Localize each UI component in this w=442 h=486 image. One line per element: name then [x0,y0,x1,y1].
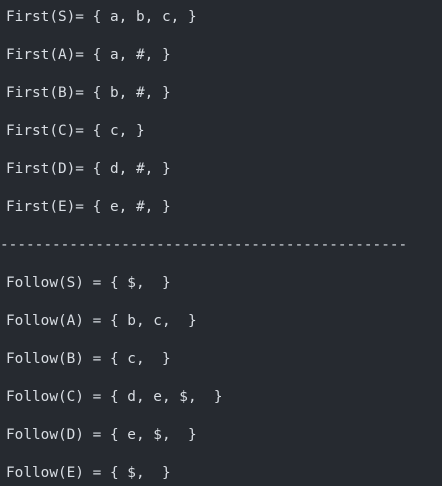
follow-set-a: Follow(A) = { b, c, } [6,313,197,329]
follow-set-b: Follow(B) = { c, } [6,351,171,367]
first-set-c: First(C)= { c, } [6,123,145,139]
follow-set-c: Follow(C) = { d, e, $, } [6,389,223,405]
follow-set-s: Follow(S) = { $, } [6,275,171,291]
first-set-d: First(D)= { d, #, } [6,161,171,177]
first-set-s: First(S)= { a, b, c, } [6,9,197,25]
first-set-a: First(A)= { a, #, } [6,47,171,63]
first-set-e: First(E)= { e, #, } [6,199,171,215]
follow-set-d: Follow(D) = { e, $, } [6,427,197,443]
follow-set-e: Follow(E) = { $, } [6,465,171,481]
first-set-b: First(B)= { b, #, } [6,85,171,101]
separator-line: ----------------------------------------… [0,237,408,253]
terminal-output: First(S)= { a, b, c, } First(A)= { a, #,… [0,0,442,486]
